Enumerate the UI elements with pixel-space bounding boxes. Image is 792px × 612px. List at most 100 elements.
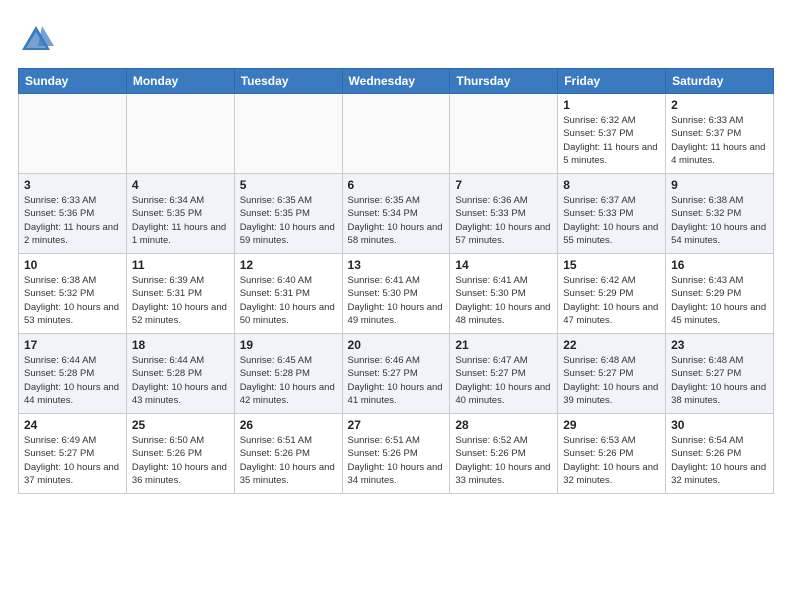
- day-number: 18: [132, 338, 229, 352]
- calendar-cell: 30 Sunrise: 6:54 AM Sunset: 5:26 PM Dayli…: [666, 414, 774, 494]
- header: [18, 18, 774, 58]
- calendar-cell: 19 Sunrise: 6:45 AM Sunset: 5:28 PM Dayli…: [234, 334, 342, 414]
- day-number: 17: [24, 338, 121, 352]
- calendar-cell: 20 Sunrise: 6:46 AM Sunset: 5:27 PM Dayli…: [342, 334, 450, 414]
- day-info: Sunrise: 6:34 AM Sunset: 5:35 PM Dayligh…: [132, 194, 229, 247]
- day-number: 22: [563, 338, 660, 352]
- calendar-week-row-2: 3Sunrise: 6:33 AM Sunset: 5:36 PM Daylig…: [19, 174, 774, 254]
- calendar-cell: 7Sunrise: 6:36 AM Sunset: 5:33 PM Daylig…: [450, 174, 558, 254]
- calendar-cell: 21 Sunrise: 6:47 AM Sunset: 5:27 PM Dayli…: [450, 334, 558, 414]
- calendar-cell: [450, 94, 558, 174]
- day-number: 26: [240, 418, 337, 432]
- weekday-header-saturday: Saturday: [666, 69, 774, 94]
- day-number: 29: [563, 418, 660, 432]
- calendar-cell: 18 Sunrise: 6:44 AM Sunset: 5:28 PM Dayli…: [126, 334, 234, 414]
- calendar-cell: 6Sunrise: 6:35 AM Sunset: 5:34 PM Daylig…: [342, 174, 450, 254]
- day-number: 24: [24, 418, 121, 432]
- day-number: 25: [132, 418, 229, 432]
- weekday-header-row: SundayMondayTuesdayWednesdayThursdayFrid…: [19, 69, 774, 94]
- weekday-header-wednesday: Wednesday: [342, 69, 450, 94]
- day-info: Sunrise: 6:35 AM Sunset: 5:35 PM Dayligh…: [240, 194, 337, 247]
- calendar-cell: 13 Sunrise: 6:41 AM Sunset: 5:30 PM Dayli…: [342, 254, 450, 334]
- day-number: 30: [671, 418, 768, 432]
- calendar-cell: 5 Sunrise: 6:35 AM Sunset: 5:35 PM Daylig…: [234, 174, 342, 254]
- calendar-week-row-1: 1 Sunrise: 6:32 AM Sunset: 5:37 PM Daylig…: [19, 94, 774, 174]
- day-number: 28: [455, 418, 552, 432]
- calendar-cell: 17 Sunrise: 6:44 AM Sunset: 5:28 PM Dayli…: [19, 334, 127, 414]
- day-info: Sunrise: 6:53 AM Sunset: 5:26 PM Dayligh…: [563, 434, 660, 487]
- day-number: 12: [240, 258, 337, 272]
- weekday-header-tuesday: Tuesday: [234, 69, 342, 94]
- day-info: Sunrise: 6:44 AM Sunset: 5:28 PM Dayligh…: [24, 354, 121, 407]
- day-number: 16: [671, 258, 768, 272]
- day-number: 27: [348, 418, 445, 432]
- calendar-week-row-5: 24Sunrise: 6:49 AM Sunset: 5:27 PM Dayli…: [19, 414, 774, 494]
- day-info: Sunrise: 6:51 AM Sunset: 5:26 PM Dayligh…: [348, 434, 445, 487]
- day-number: 1: [563, 98, 660, 112]
- day-info: Sunrise: 6:51 AM Sunset: 5:26 PM Dayligh…: [240, 434, 337, 487]
- day-info: Sunrise: 6:41 AM Sunset: 5:30 PM Dayligh…: [348, 274, 445, 327]
- day-number: 6: [348, 178, 445, 192]
- logo: [18, 22, 58, 58]
- calendar-cell: 12 Sunrise: 6:40 AM Sunset: 5:31 PM Dayli…: [234, 254, 342, 334]
- day-info: Sunrise: 6:44 AM Sunset: 5:28 PM Dayligh…: [132, 354, 229, 407]
- logo-icon: [18, 22, 54, 58]
- day-info: Sunrise: 6:40 AM Sunset: 5:31 PM Dayligh…: [240, 274, 337, 327]
- day-info: Sunrise: 6:42 AM Sunset: 5:29 PM Dayligh…: [563, 274, 660, 327]
- day-info: Sunrise: 6:38 AM Sunset: 5:32 PM Dayligh…: [24, 274, 121, 327]
- calendar-cell: 29 Sunrise: 6:53 AM Sunset: 5:26 PM Dayli…: [558, 414, 666, 494]
- calendar-cell: 16 Sunrise: 6:43 AM Sunset: 5:29 PM Dayli…: [666, 254, 774, 334]
- day-number: 9: [671, 178, 768, 192]
- day-info: Sunrise: 6:37 AM Sunset: 5:33 PM Dayligh…: [563, 194, 660, 247]
- calendar-cell: [19, 94, 127, 174]
- weekday-header-sunday: Sunday: [19, 69, 127, 94]
- day-info: Sunrise: 6:36 AM Sunset: 5:33 PM Dayligh…: [455, 194, 552, 247]
- day-info: Sunrise: 6:54 AM Sunset: 5:26 PM Dayligh…: [671, 434, 768, 487]
- day-info: Sunrise: 6:32 AM Sunset: 5:37 PM Dayligh…: [563, 114, 660, 167]
- weekday-header-thursday: Thursday: [450, 69, 558, 94]
- calendar-cell: 3Sunrise: 6:33 AM Sunset: 5:36 PM Daylig…: [19, 174, 127, 254]
- day-info: Sunrise: 6:48 AM Sunset: 5:27 PM Dayligh…: [671, 354, 768, 407]
- day-info: Sunrise: 6:47 AM Sunset: 5:27 PM Dayligh…: [455, 354, 552, 407]
- day-info: Sunrise: 6:43 AM Sunset: 5:29 PM Dayligh…: [671, 274, 768, 327]
- calendar-cell: 8 Sunrise: 6:37 AM Sunset: 5:33 PM Daylig…: [558, 174, 666, 254]
- day-info: Sunrise: 6:48 AM Sunset: 5:27 PM Dayligh…: [563, 354, 660, 407]
- day-number: 14: [455, 258, 552, 272]
- day-info: Sunrise: 6:45 AM Sunset: 5:28 PM Dayligh…: [240, 354, 337, 407]
- calendar-cell: [126, 94, 234, 174]
- day-number: 11: [132, 258, 229, 272]
- day-number: 13: [348, 258, 445, 272]
- day-number: 19: [240, 338, 337, 352]
- calendar-cell: 9 Sunrise: 6:38 AM Sunset: 5:32 PM Daylig…: [666, 174, 774, 254]
- day-info: Sunrise: 6:39 AM Sunset: 5:31 PM Dayligh…: [132, 274, 229, 327]
- day-info: Sunrise: 6:46 AM Sunset: 5:27 PM Dayligh…: [348, 354, 445, 407]
- calendar-cell: 15 Sunrise: 6:42 AM Sunset: 5:29 PM Dayli…: [558, 254, 666, 334]
- day-number: 20: [348, 338, 445, 352]
- calendar-cell: 10 Sunrise: 6:38 AM Sunset: 5:32 PM Dayli…: [19, 254, 127, 334]
- calendar-cell: 23 Sunrise: 6:48 AM Sunset: 5:27 PM Dayli…: [666, 334, 774, 414]
- calendar-cell: [342, 94, 450, 174]
- day-number: 23: [671, 338, 768, 352]
- calendar: SundayMondayTuesdayWednesdayThursdayFrid…: [18, 68, 774, 494]
- day-number: 8: [563, 178, 660, 192]
- day-number: 4: [132, 178, 229, 192]
- calendar-week-row-4: 17 Sunrise: 6:44 AM Sunset: 5:28 PM Dayli…: [19, 334, 774, 414]
- day-info: Sunrise: 6:33 AM Sunset: 5:37 PM Dayligh…: [671, 114, 768, 167]
- calendar-cell: 14 Sunrise: 6:41 AM Sunset: 5:30 PM Dayli…: [450, 254, 558, 334]
- day-number: 5: [240, 178, 337, 192]
- calendar-cell: 24Sunrise: 6:49 AM Sunset: 5:27 PM Dayli…: [19, 414, 127, 494]
- calendar-cell: 2 Sunrise: 6:33 AM Sunset: 5:37 PM Daylig…: [666, 94, 774, 174]
- calendar-cell: 4 Sunrise: 6:34 AM Sunset: 5:35 PM Daylig…: [126, 174, 234, 254]
- day-number: 10: [24, 258, 121, 272]
- day-number: 15: [563, 258, 660, 272]
- calendar-cell: 25Sunrise: 6:50 AM Sunset: 5:26 PM Dayli…: [126, 414, 234, 494]
- day-number: 21: [455, 338, 552, 352]
- calendar-cell: 1 Sunrise: 6:32 AM Sunset: 5:37 PM Daylig…: [558, 94, 666, 174]
- day-number: 2: [671, 98, 768, 112]
- day-info: Sunrise: 6:33 AM Sunset: 5:36 PM Dayligh…: [24, 194, 121, 247]
- day-info: Sunrise: 6:38 AM Sunset: 5:32 PM Dayligh…: [671, 194, 768, 247]
- calendar-cell: 27 Sunrise: 6:51 AM Sunset: 5:26 PM Dayli…: [342, 414, 450, 494]
- calendar-cell: 22 Sunrise: 6:48 AM Sunset: 5:27 PM Dayli…: [558, 334, 666, 414]
- day-info: Sunrise: 6:41 AM Sunset: 5:30 PM Dayligh…: [455, 274, 552, 327]
- calendar-cell: 28Sunrise: 6:52 AM Sunset: 5:26 PM Dayli…: [450, 414, 558, 494]
